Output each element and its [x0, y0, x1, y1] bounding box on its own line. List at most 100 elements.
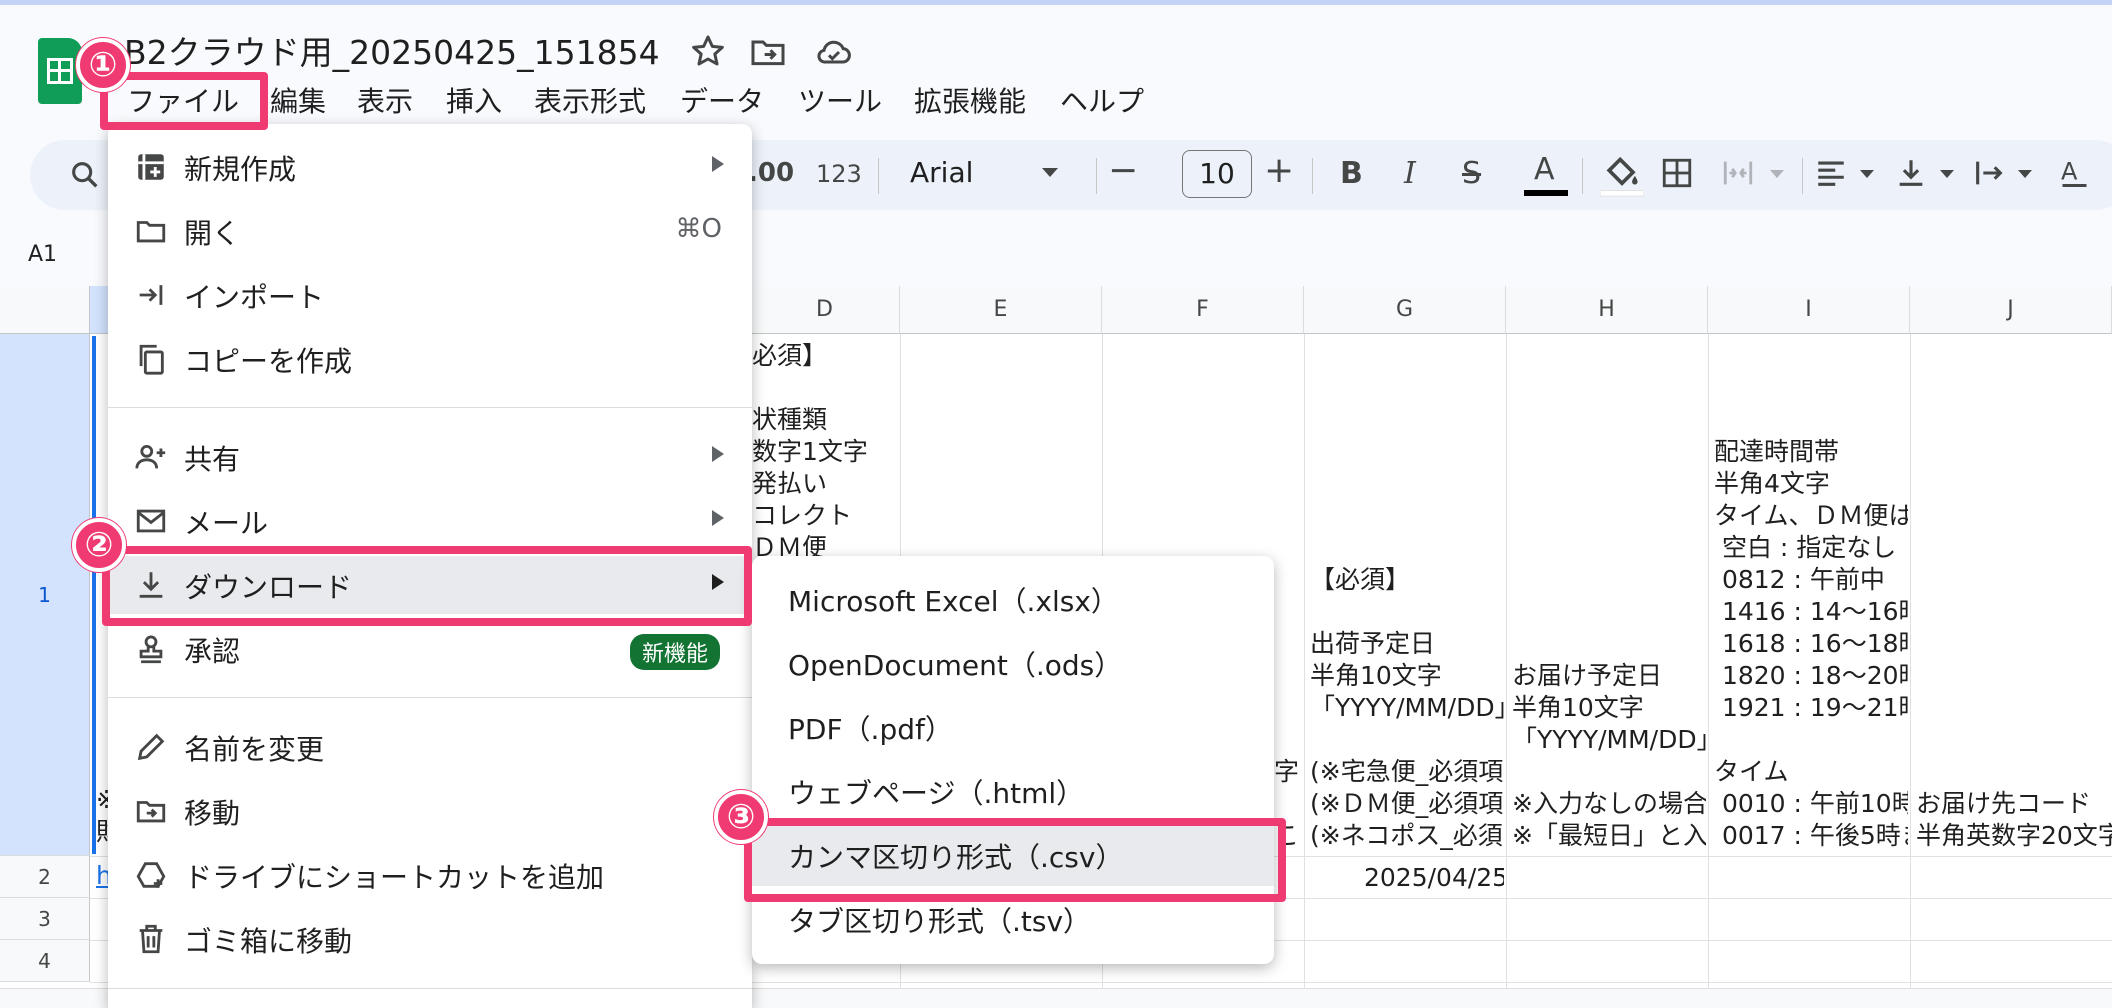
menu-help[interactable]: ヘルプ: [1060, 80, 1144, 120]
download-pdf[interactable]: PDF（.pdf）: [752, 694, 1274, 758]
submenu-item-label: PDF（.pdf）: [788, 713, 953, 746]
menu-item-add-shortcut[interactable]: ドライブにショートカットを追加: [108, 846, 752, 904]
column-header-d[interactable]: D: [750, 286, 900, 334]
download-xlsx[interactable]: Microsoft Excel（.xlsx）: [752, 566, 1274, 630]
column-header-j[interactable]: J: [1910, 286, 2112, 334]
select-all-corner[interactable]: [0, 286, 90, 334]
star-icon[interactable]: [688, 32, 728, 72]
increase-font-size-button[interactable]: +: [1264, 150, 1294, 191]
horizontal-align-icon[interactable]: [1814, 156, 1848, 190]
cell-f1-a[interactable]: 字: [1274, 756, 1302, 788]
trash-icon: [134, 922, 168, 956]
move-to-folder-icon[interactable]: [748, 32, 788, 72]
highlight-csv-item: [744, 818, 1286, 902]
fill-color-icon[interactable]: [1600, 152, 1644, 198]
cell-i1[interactable]: 配達時間帯 半角4文字 タイム、ＤＭ便は 空白 : 指定なし 0812 : 午前…: [1714, 436, 1908, 854]
submenu-item-label: ウェブページ（.html）: [788, 777, 1085, 810]
menu-edit[interactable]: 編集: [270, 80, 326, 120]
menu-item-approvals[interactable]: 承認 新機能: [108, 620, 752, 678]
column-header-h[interactable]: H: [1506, 286, 1708, 334]
shortcut-label: ⌘O: [675, 214, 722, 244]
menu-item-rename[interactable]: 名前を変更: [108, 718, 752, 776]
menu-item-import[interactable]: インポート: [108, 266, 752, 324]
menu-item-label: 移動: [184, 797, 241, 830]
step-1-badge: ①: [76, 38, 130, 92]
menu-item-new[interactable]: 新規作成: [108, 138, 752, 196]
active-cell-border: [92, 336, 96, 854]
download-submenu: Microsoft Excel（.xlsx） OpenDocument（.ods…: [752, 556, 1274, 964]
bold-button[interactable]: B: [1340, 156, 1363, 191]
menu-item-label: メール: [184, 507, 269, 540]
folder-open-icon: [134, 214, 168, 248]
highlight-download-item: [102, 546, 752, 626]
menu-divider: [108, 407, 752, 408]
cell-g2[interactable]: 2025/04/25: [1364, 862, 1504, 894]
menu-format[interactable]: 表示形式: [534, 80, 646, 120]
cell-j1[interactable]: お届け先コード 半角英数字20文字: [1916, 788, 2112, 854]
menu-item-label: 共有: [184, 443, 241, 476]
menu-item-share[interactable]: 共有: [108, 428, 752, 486]
highlight-file-menu: [100, 72, 268, 130]
wrap-dropdown-arrow-icon[interactable]: [2018, 170, 2032, 178]
cell-g1[interactable]: 【必須】 出荷予定日 半角10文字 「YYYY/MM/DD」 (※宅急便_必須項…: [1310, 564, 1504, 854]
column-header-f[interactable]: F: [1102, 286, 1304, 334]
menu-tools[interactable]: ツール: [798, 80, 882, 120]
strikethrough-button[interactable]: S: [1462, 156, 1481, 191]
row-header-4[interactable]: 4: [0, 940, 90, 982]
column-header-e[interactable]: E: [900, 286, 1102, 334]
svg-text:A: A: [2061, 158, 2078, 186]
align-dropdown-arrow-icon[interactable]: [1860, 170, 1874, 178]
menu-extensions[interactable]: 拡張機能: [914, 80, 1026, 120]
vertical-align-icon[interactable]: [1894, 156, 1928, 190]
menu-item-label: ドライブにショートカットを追加: [184, 861, 605, 894]
document-title[interactable]: B2クラウド用_20250425_151854: [124, 26, 660, 74]
share-person-icon: [134, 440, 168, 474]
menu-data[interactable]: データ: [680, 80, 764, 120]
submenu-arrow-icon: [712, 510, 724, 526]
text-rotation-icon[interactable]: A: [2058, 154, 2094, 190]
pencil-icon: [134, 730, 168, 764]
decrease-font-size-button[interactable]: −: [1108, 150, 1138, 191]
increase-decimal-button[interactable]: .00: [748, 158, 794, 188]
more-formats-button[interactable]: 123: [816, 160, 862, 188]
cell-d1[interactable]: 必須】 状種類 数字1文字 発払い コレクト ＤＭ便: [752, 340, 898, 560]
cell-h1[interactable]: お届け予定日 半角10文字 「YYYY/MM/DD」 ※入力なしの場合 ※「最短…: [1512, 660, 1706, 854]
menu-item-move-to-trash[interactable]: ゴミ箱に移動: [108, 910, 752, 968]
drive-shortcut-icon: [134, 858, 168, 892]
font-dropdown-arrow-icon[interactable]: [1042, 168, 1058, 177]
row-header-3[interactable]: 3: [0, 898, 90, 940]
column-header-i[interactable]: I: [1708, 286, 1910, 334]
text-color-icon[interactable]: A: [1524, 152, 1568, 200]
menu-item-make-copy[interactable]: コピーを作成: [108, 330, 752, 388]
row-header-2[interactable]: 2: [0, 856, 90, 898]
sheets-logo-icon[interactable]: [38, 38, 82, 104]
download-ods[interactable]: OpenDocument（.ods）: [752, 630, 1274, 694]
menu-item-move[interactable]: 移動: [108, 782, 752, 840]
menu-insert[interactable]: 挿入: [446, 80, 502, 120]
menu-item-label: ゴミ箱に移動: [184, 925, 353, 958]
import-icon: [134, 278, 168, 312]
name-box[interactable]: A1: [28, 242, 57, 267]
borders-icon[interactable]: [1660, 156, 1694, 190]
move-folder-icon: [134, 794, 168, 828]
new-feature-badge: 新機能: [629, 634, 720, 670]
menu-item-email[interactable]: メール: [108, 492, 752, 550]
font-size-input[interactable]: 10: [1182, 150, 1252, 198]
step-2-badge: ②: [72, 518, 126, 572]
merge-cells-icon[interactable]: [1720, 156, 1756, 190]
font-family-select[interactable]: Arial: [910, 156, 973, 189]
text-wrapping-icon[interactable]: [1972, 156, 2006, 190]
cloud-status-icon[interactable]: [814, 32, 854, 72]
row-header-1[interactable]: 1: [0, 334, 90, 856]
search-menus-icon[interactable]: [68, 158, 102, 192]
valign-dropdown-arrow-icon[interactable]: [1940, 170, 1954, 178]
column-header-g[interactable]: G: [1304, 286, 1506, 334]
italic-button[interactable]: I: [1404, 156, 1416, 191]
menu-item-open[interactable]: 開く ⌘O: [108, 202, 752, 260]
submenu-item-label: OpenDocument（.ods）: [788, 649, 1123, 682]
submenu-item-label: タブ区切り形式（.tsv）: [788, 905, 1092, 938]
menu-item-label: 開く: [184, 217, 241, 250]
download-html[interactable]: ウェブページ（.html）: [752, 758, 1274, 822]
merge-dropdown-arrow-icon[interactable]: [1770, 170, 1784, 178]
menu-view[interactable]: 表示: [357, 80, 413, 120]
